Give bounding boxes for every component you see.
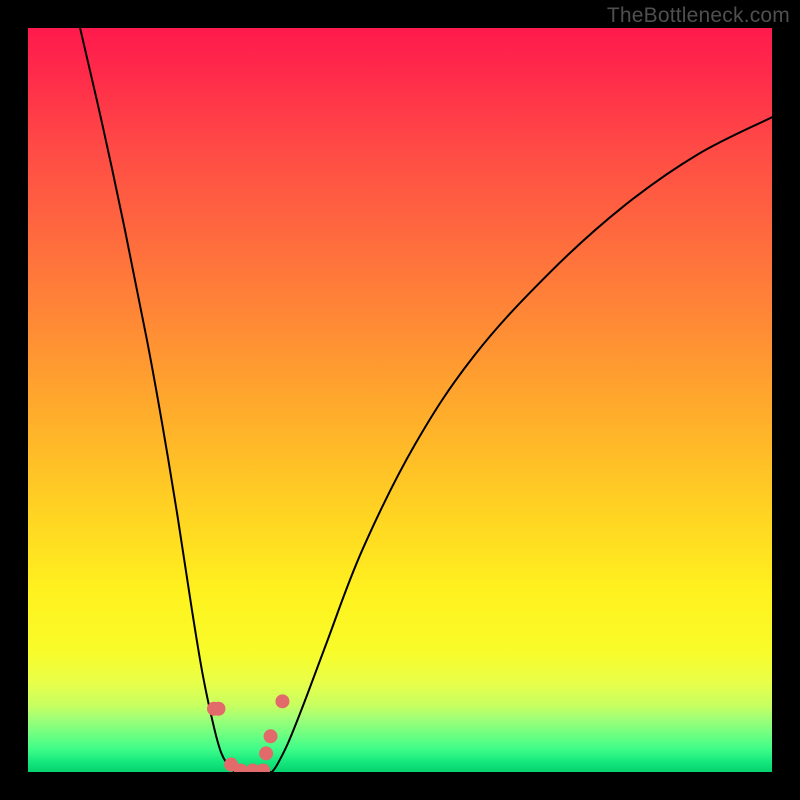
watermark-text: TheBottleneck.com: [607, 4, 790, 28]
data-marker: [256, 764, 270, 772]
marker-group: [207, 694, 289, 772]
curve-left-curve: [80, 28, 235, 772]
curve-right-curve: [272, 117, 772, 772]
curves-svg: [28, 28, 772, 772]
data-marker: [264, 729, 278, 743]
data-marker: [259, 746, 273, 760]
plot-area: [28, 28, 772, 772]
data-marker: [211, 702, 225, 716]
chart-frame: TheBottleneck.com: [0, 0, 800, 800]
curve-group: [80, 28, 772, 772]
data-marker: [275, 694, 289, 708]
